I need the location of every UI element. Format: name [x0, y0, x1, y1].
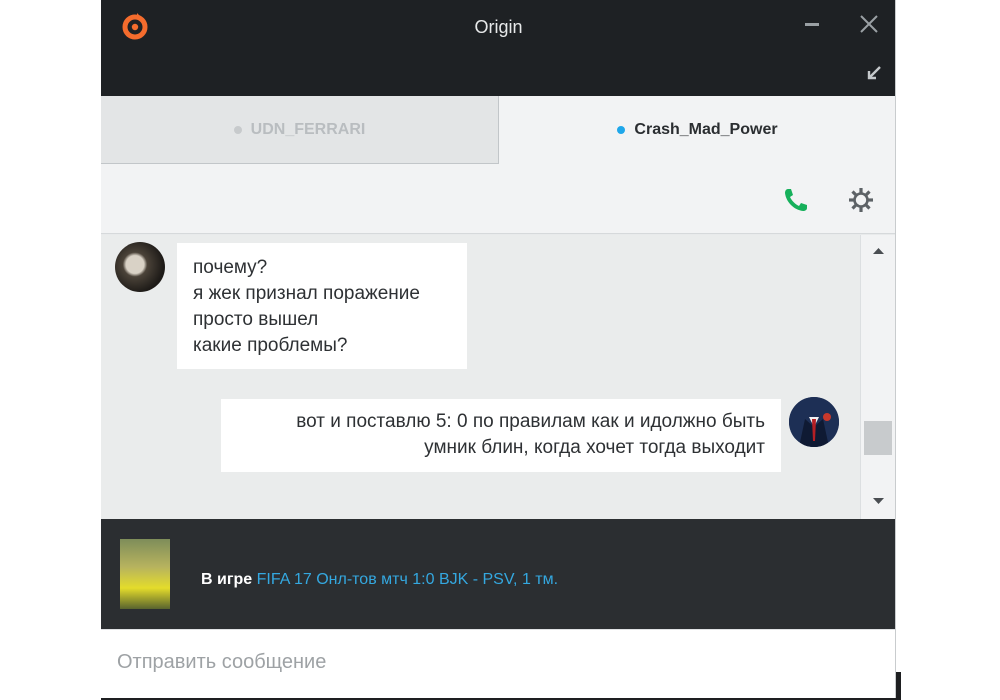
game-cover-image[interactable] — [120, 539, 170, 609]
status-dot-offline — [233, 125, 242, 134]
message-line: какие проблемы? — [193, 335, 348, 356]
now-playing-prefix: В игре — [201, 571, 253, 588]
message-line: почему? — [193, 257, 268, 278]
message-bubble-sent: вот и поставлю 5: 0 по правилам как и ид… — [221, 399, 781, 472]
game-link[interactable]: FIFA 17 Онл-тов мтч 1:0 BJK - PSV, 1 тм. — [257, 571, 558, 588]
avatar[interactable] — [789, 397, 839, 447]
phone-icon[interactable] — [782, 186, 810, 214]
message-composer — [101, 629, 895, 698]
minimize-button[interactable] — [805, 23, 819, 26]
scroll-down-arrow-icon[interactable] — [861, 487, 896, 515]
scroll-up-arrow-icon[interactable] — [861, 239, 896, 267]
tab-udn-ferrari[interactable]: UDN_FERRARI — [101, 96, 499, 164]
close-icon[interactable] — [857, 12, 881, 36]
message-bubble-received: почему? я жек признал поражение просто в… — [177, 243, 467, 369]
tab-crash-mad-power[interactable]: Crash_Mad_Power — [499, 96, 895, 164]
origin-chat-window: Origin UDN_FERRARI Crash_Mad_Power почем… — [101, 0, 896, 698]
gear-icon[interactable] — [847, 186, 875, 214]
chat-scrollbar[interactable] — [860, 235, 896, 519]
suit-avatar-icon — [789, 397, 839, 447]
status-dot-online — [617, 126, 626, 134]
screen: Origin UDN_FERRARI Crash_Mad_Power почем… — [0, 0, 1000, 700]
scrollbar-thumb[interactable] — [864, 421, 892, 455]
pop-in-icon[interactable] — [865, 64, 883, 82]
chat-toolbar — [101, 164, 895, 234]
title-bar[interactable]: Origin — [101, 0, 895, 96]
avatar[interactable] — [115, 242, 165, 292]
now-playing-text: В игре FIFA 17 Онл-тов мтч 1:0 BJK - PSV… — [201, 571, 558, 589]
message-line: умник блин, когда хочет тогда выходит — [424, 437, 765, 458]
message-list[interactable]: почему? я жек признал поражение просто в… — [101, 235, 895, 519]
message-line: я жек признал поражение — [193, 283, 420, 304]
message-input[interactable] — [101, 630, 895, 694]
message-line: вот и поставлю 5: 0 по правилам как и ид… — [296, 411, 765, 432]
message-line: просто вышел — [193, 309, 319, 330]
conversation-tabs: UDN_FERRARI Crash_Mad_Power — [101, 96, 895, 164]
now-playing-bar: В игре FIFA 17 Онл-тов мтч 1:0 BJK - PSV… — [101, 519, 895, 629]
window-title: Origin — [474, 17, 523, 37]
tab-label: Crash_Mad_Power — [634, 121, 778, 138]
tab-label: UDN_FERRARI — [250, 120, 366, 138]
